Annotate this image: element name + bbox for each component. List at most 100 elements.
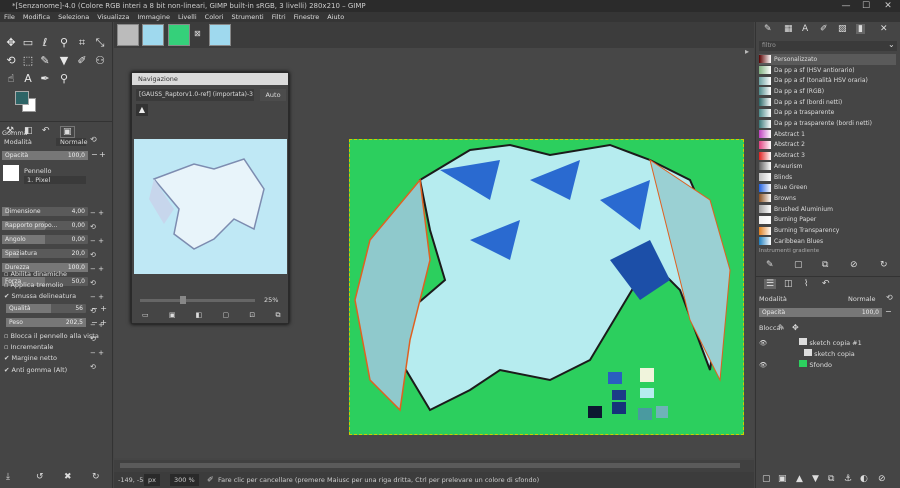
brushes-tab-icon[interactable]: ✎ <box>764 24 772 34</box>
gradient-item[interactable]: Abstract 3 <box>759 150 896 161</box>
reset-options-icon[interactable]: ↻ <box>92 472 100 482</box>
new-layer-icon[interactable]: ▢ <box>762 474 771 484</box>
layers-tab-icon[interactable]: ☰ <box>764 279 777 289</box>
clone-icon[interactable]: ⚇ <box>92 54 108 68</box>
dock-close-icon[interactable]: ✕ <box>880 24 888 34</box>
ratio-controls[interactable]: − + ⟲ <box>90 234 112 262</box>
mask-icon[interactable]: ◐ <box>860 474 868 484</box>
gradient-item[interactable]: Caribbean Blues <box>759 236 896 247</box>
gradient-item[interactable]: Da pp a sf (RGB) <box>759 86 896 97</box>
angle-controls[interactable]: − + ⟲ <box>90 262 112 290</box>
save-options-icon[interactable]: ⤓ <box>6 472 10 482</box>
delete-gradient-icon[interactable]: ⊘ <box>850 260 858 270</box>
unit-dropdown[interactable]: px <box>144 474 160 486</box>
mode-dropdown[interactable]: Normale <box>56 138 88 146</box>
jitter-checkbox[interactable]: ▫ Applica tremolio <box>4 281 63 289</box>
menu-select[interactable]: Seleziona <box>58 12 89 22</box>
menu-colors[interactable]: Colori <box>205 12 224 22</box>
gradient-item[interactable]: Da pp a trasparente (bordi netti) <box>759 118 896 129</box>
gradient-item[interactable]: Da pp a sf (HSV antiorario) <box>759 65 896 76</box>
incremental-checkbox[interactable]: ▫ Incrementale <box>4 343 53 351</box>
layer-row[interactable]: 👁 sketch copia #1 <box>759 338 896 349</box>
close-button[interactable]: ✕ <box>878 0 898 12</box>
gradient-item[interactable]: Abstract 1 <box>759 129 896 140</box>
channels-tab-icon[interactable]: ◫ <box>784 279 793 289</box>
duplicate-layer-icon[interactable]: ⧉ <box>828 474 834 484</box>
quality-stepper[interactable]: − + <box>91 304 107 313</box>
opacity-decrement-icon[interactable]: − <box>91 150 98 159</box>
angle-slider[interactable]: Angolo 0,00 <box>2 235 88 244</box>
warp-icon[interactable]: ⟲ <box>3 54 19 68</box>
crop-icon[interactable]: ⌗ <box>74 36 90 50</box>
new-gradient-icon[interactable]: ▢ <box>794 260 803 270</box>
restore-options-icon[interactable]: ↺ <box>36 472 44 482</box>
layer-mode-reset-icon[interactable]: ⟲ <box>886 293 893 302</box>
navigation-preview[interactable] <box>134 139 287 274</box>
menu-windows[interactable]: Finestre <box>294 12 320 22</box>
menu-file[interactable]: File <box>4 12 15 22</box>
menu-view[interactable]: Visualizza <box>97 12 129 22</box>
text-tool-icon[interactable]: A <box>20 72 36 86</box>
gradient-item[interactable]: Da pp a trasparente <box>759 108 896 119</box>
patterns-tab-icon[interactable]: ▦ <box>784 24 793 34</box>
image-select-dropdown[interactable]: [GAUSS_Raptorv1.0-ref] (importata)-3 <box>136 89 254 101</box>
gradient-item[interactable]: Burning Paper <box>759 215 896 226</box>
gradient-item[interactable]: Aneurism <box>759 161 896 172</box>
size-slider[interactable]: Dimensione 4,00 <box>2 207 88 216</box>
undo-history-tab-icon[interactable]: ↶ <box>42 126 50 136</box>
menu-filters[interactable]: Filtri <box>272 12 286 22</box>
gradient-item[interactable]: Browns <box>759 193 896 204</box>
menu-help[interactable]: Aiuto <box>327 12 344 22</box>
size-controls[interactable]: − + ⟲ <box>90 206 112 234</box>
new-group-icon[interactable]: ▣ <box>778 474 787 484</box>
gradient-item[interactable]: Da pp a sf (tonalità HSV oraria) <box>759 75 896 86</box>
foreground-color-swatch[interactable] <box>15 91 29 105</box>
visibility-eye-icon[interactable]: 👁 <box>759 361 767 369</box>
unified-transform-icon[interactable]: ⬚ <box>20 54 36 68</box>
palettes-tab-icon[interactable]: ▨ <box>838 24 847 34</box>
opacity-increment-icon[interactable]: + <box>99 150 106 159</box>
layer-opacity-stepper[interactable]: − <box>885 307 892 316</box>
move-tool-icon[interactable]: ✥ <box>3 36 19 50</box>
lock-position-icon[interactable]: ✥ <box>792 323 799 332</box>
refresh-gradients-icon[interactable]: ↻ <box>880 260 888 270</box>
fonts-tab-icon[interactable]: A <box>802 24 808 34</box>
duplicate-gradient-icon[interactable]: ⧉ <box>822 260 828 270</box>
layer-row[interactable]: 👁 Sfondo <box>759 360 896 371</box>
canvas-menu-icon[interactable]: ▸ <box>745 47 749 56</box>
edit-gradient-icon[interactable]: ✎ <box>766 260 774 270</box>
menu-layer[interactable]: Livelli <box>178 12 197 22</box>
layer-opacity-slider[interactable]: Opacità 100,0 <box>759 308 882 317</box>
image-tab-2[interactable] <box>142 24 164 46</box>
navigation-buttons[interactable]: ▭ ▣ ◧ ▢ ⊡ ⧉ <box>142 311 282 320</box>
pointer-icon[interactable]: ▲ <box>136 104 148 116</box>
lock-pixels-icon[interactable]: ✎ <box>778 323 785 332</box>
gradient-item[interactable]: Brushed Aluminium <box>759 204 896 215</box>
undo-tab-icon[interactable]: ↶ <box>822 279 830 289</box>
delete-options-icon[interactable]: ✖ <box>64 472 72 482</box>
dynamics-checkbox[interactable]: ▫ Abilita dinamiche <box>4 270 67 278</box>
quality-slider[interactable]: Qualità 56 <box>6 304 86 313</box>
lock-brush-checkbox[interactable]: ▫ Blocca il pennello alla vista <box>4 332 99 340</box>
spacing-slider[interactable]: Spaziatura 20,0 <box>2 249 88 258</box>
gradient-item[interactable]: Blue Green <box>759 182 896 193</box>
close-tab-icon[interactable]: ⊠ <box>194 29 201 38</box>
smooth-checkbox[interactable]: ✔ Smussa delineatura <box>4 292 76 300</box>
auto-button[interactable]: Auto <box>260 89 286 101</box>
gradient-filter-input[interactable]: filtro <box>759 41 897 51</box>
horizontal-scrollbar[interactable] <box>114 460 754 472</box>
gradient-item[interactable]: Abstract 2 <box>759 140 896 151</box>
transform-icon[interactable]: ⤡ <box>92 36 108 50</box>
menu-tools[interactable]: Strumenti <box>231 12 263 22</box>
maximize-button[interactable]: ☐ <box>856 0 876 12</box>
layer-row[interactable]: sketch copia <box>759 349 896 360</box>
gradient-item[interactable]: Blinds <box>759 172 896 183</box>
menu-edit[interactable]: Modifica <box>23 12 50 22</box>
image-canvas[interactable] <box>349 139 744 435</box>
hard-edge-checkbox[interactable]: ✔ Margine netto <box>4 354 57 362</box>
smudge-icon[interactable]: ☝ <box>3 72 19 86</box>
weight-stepper[interactable]: − + <box>91 318 107 327</box>
image-tab-3[interactable] <box>168 24 190 46</box>
paths-icon[interactable]: ✎ <box>37 54 53 68</box>
color-picker-icon[interactable]: ✒ <box>37 72 53 86</box>
